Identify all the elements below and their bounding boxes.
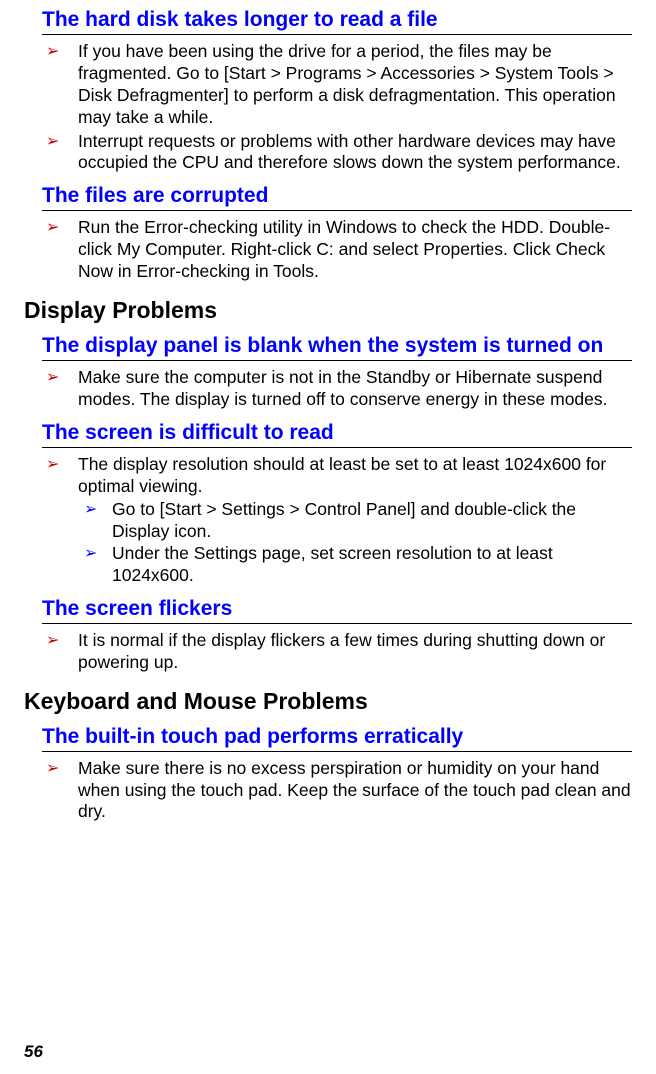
bullet-list: ➢ If you have been using the drive for a…	[42, 41, 632, 174]
nested-item-text: Under the Settings page, set screen reso…	[112, 543, 632, 587]
list-item: ➢ It is normal if the display flickers a…	[42, 630, 632, 674]
section-title: The display panel is blank when the syst…	[42, 334, 632, 361]
bullet-icon: ➢	[78, 499, 112, 521]
bullet-icon: ➢	[42, 367, 78, 389]
page-number: 56	[24, 1042, 43, 1062]
section-screen-difficult: The screen is difficult to read ➢ The di…	[42, 421, 632, 587]
nested-item-text: Go to [Start > Settings > Control Panel]…	[112, 499, 632, 543]
section-screen-flickers: The screen flickers ➢ It is normal if th…	[42, 597, 632, 674]
bullet-icon: ➢	[42, 217, 78, 239]
bullet-icon: ➢	[42, 454, 78, 476]
list-item-text: It is normal if the display flickers a f…	[78, 630, 632, 674]
list-item: ➢ The display resolution should at least…	[42, 454, 632, 587]
heading-keyboard-mouse: Keyboard and Mouse Problems	[24, 688, 632, 715]
bullet-icon: ➢	[42, 41, 78, 63]
section-hard-disk: The hard disk takes longer to read a fil…	[42, 8, 632, 174]
section-title: The files are corrupted	[42, 184, 632, 211]
section-display-blank: The display panel is blank when the syst…	[42, 334, 632, 411]
list-item: ➢ Interrupt requests or problems with ot…	[42, 131, 632, 175]
list-item-text: If you have been using the drive for a p…	[78, 41, 632, 129]
list-item: ➢ Make sure the computer is not in the S…	[42, 367, 632, 411]
section-title: The screen is difficult to read	[42, 421, 632, 448]
section-files-corrupted: The files are corrupted ➢ Run the Error-…	[42, 184, 632, 283]
bullet-list: ➢ Make sure there is no excess perspirat…	[42, 758, 632, 824]
list-item-text-inner: The display resolution should at least b…	[78, 454, 606, 496]
nested-item: ➢ Go to [Start > Settings > Control Pane…	[78, 499, 632, 543]
bullet-icon: ➢	[42, 630, 78, 652]
section-touchpad: The built-in touch pad performs erratica…	[42, 725, 632, 824]
list-item-text: Make sure the computer is not in the Sta…	[78, 367, 632, 411]
section-title: The screen flickers	[42, 597, 632, 624]
bullet-list: ➢ Make sure the computer is not in the S…	[42, 367, 632, 411]
bullet-icon: ➢	[78, 543, 112, 565]
list-item-text: Make sure there is no excess perspiratio…	[78, 758, 632, 824]
bullet-list: ➢ The display resolution should at least…	[42, 454, 632, 587]
list-item-text: Interrupt requests or problems with othe…	[78, 131, 632, 175]
nested-list: ➢ Go to [Start > Settings > Control Pane…	[78, 499, 632, 587]
heading-display-problems: Display Problems	[24, 297, 632, 324]
bullet-icon: ➢	[42, 758, 78, 780]
section-title: The built-in touch pad performs erratica…	[42, 725, 632, 752]
list-item-text: Run the Error-checking utility in Window…	[78, 217, 632, 283]
nested-item: ➢ Under the Settings page, set screen re…	[78, 543, 632, 587]
bullet-list: ➢ Run the Error-checking utility in Wind…	[42, 217, 632, 283]
section-title: The hard disk takes longer to read a fil…	[42, 8, 632, 35]
bullet-icon: ➢	[42, 131, 78, 153]
list-item-text: The display resolution should at least b…	[78, 454, 632, 587]
list-item: ➢ Make sure there is no excess perspirat…	[42, 758, 632, 824]
list-item: ➢ Run the Error-checking utility in Wind…	[42, 217, 632, 283]
page: The hard disk takes longer to read a fil…	[0, 0, 656, 1074]
bullet-list: ➢ It is normal if the display flickers a…	[42, 630, 632, 674]
list-item: ➢ If you have been using the drive for a…	[42, 41, 632, 129]
